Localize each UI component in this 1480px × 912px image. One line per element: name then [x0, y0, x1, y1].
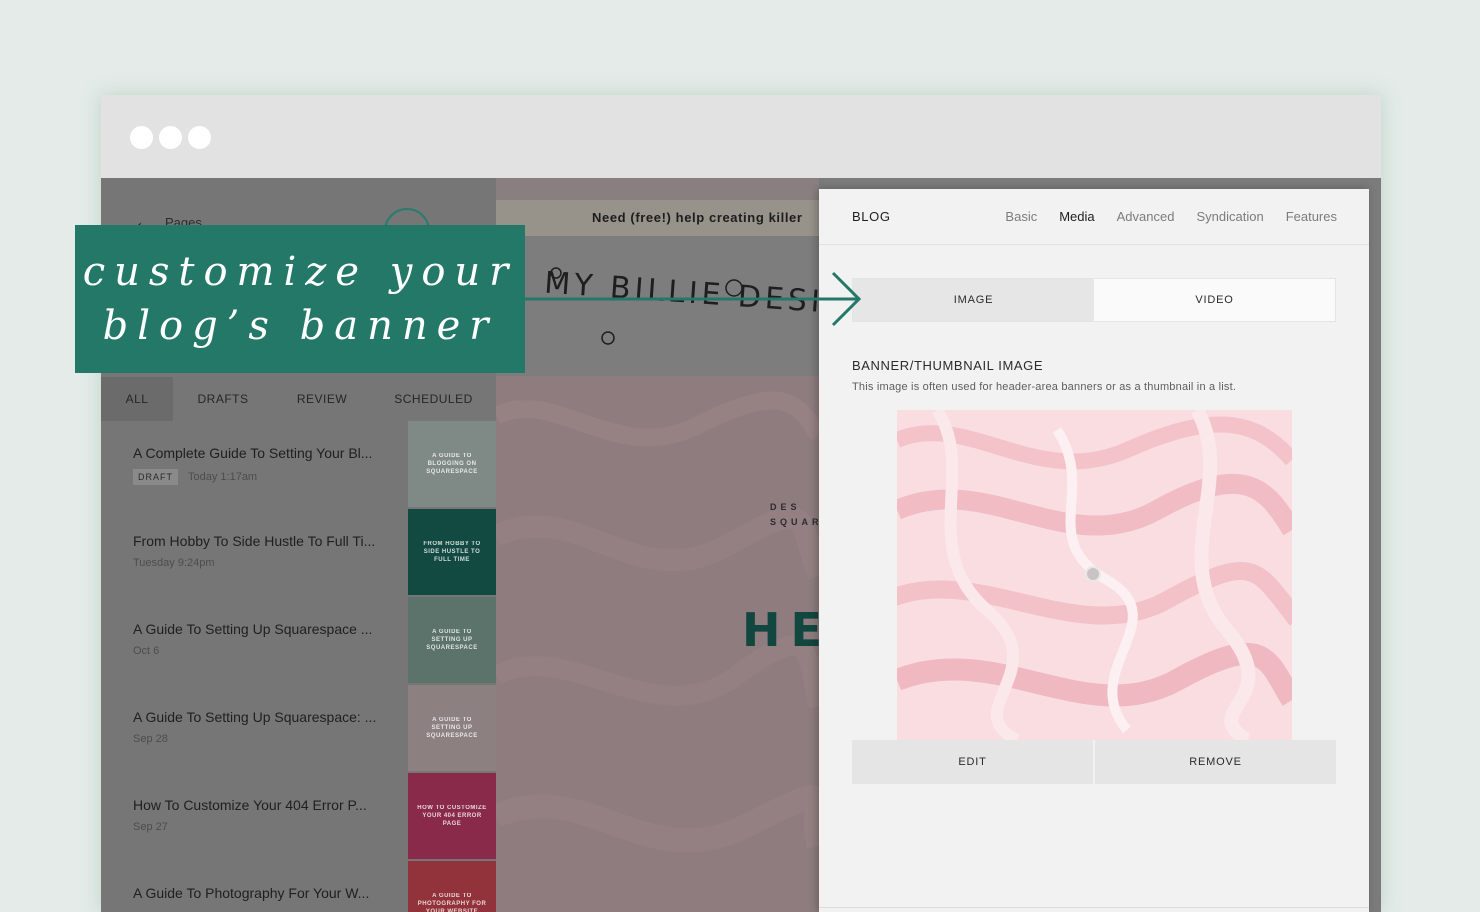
remove-image-button[interactable]: REMOVE [1095, 740, 1336, 784]
hero-tagline: DES SQUAR [770, 502, 819, 527]
thumbnail-text: A GUIDE to PHOTOGRAPHY for your WEBSITE [417, 893, 487, 912]
post-date: Today 1:17am [188, 471, 258, 483]
post-list-item[interactable]: A Guide To Setting Up Squarespace ... Oc… [101, 597, 496, 685]
filter-review[interactable]: REVIEW [273, 377, 371, 421]
filter-all[interactable]: ALL [101, 377, 173, 421]
post-title: A Guide To Setting Up Squarespace ... [133, 621, 373, 637]
filter-drafts[interactable]: DRAFTS [173, 377, 273, 421]
post-list-item[interactable]: From Hobby To Side Hustle To Full Ti... … [101, 509, 496, 597]
post-date: Tuesday 9:24pm [133, 557, 215, 569]
tab-basic[interactable]: Basic [1005, 209, 1037, 224]
window-dot-3[interactable] [188, 126, 211, 149]
post-date: Sep 27 [133, 821, 168, 833]
post-date: Oct 6 [133, 645, 160, 657]
post-thumbnail: from HOBBY to SIDE HUSTLE to FULL TIME [408, 509, 496, 595]
post-title: A Guide To Setting Up Squarespace: ... [133, 709, 377, 725]
post-list-item[interactable]: How To Customize Your 404 Error P... Sep… [101, 773, 496, 861]
post-list-item[interactable]: A Guide To Setting Up Squarespace: ... S… [101, 685, 496, 773]
post-thumbnail: A GUIDE to BLOGGING on SQUARESPACE [408, 421, 496, 507]
window-dot-2[interactable] [159, 126, 182, 149]
callout-arrow-icon [525, 271, 862, 327]
tab-features[interactable]: Features [1286, 209, 1337, 224]
browser-window: ← Pages ALL DRAFTS REVIEW SCHEDULED A Co… [101, 95, 1381, 912]
video-toggle-button[interactable]: VIDEO [1094, 279, 1335, 321]
post-thumbnail: A GUIDE to PHOTOGRAPHY for your WEBSITE [408, 861, 496, 912]
banner-image-preview[interactable] [897, 410, 1292, 740]
tab-syndication[interactable]: Syndication [1196, 209, 1263, 224]
image-toggle-button[interactable]: IMAGE [853, 279, 1094, 321]
post-title: A Guide To Photography For Your W... [133, 885, 370, 901]
post-list-item[interactable]: A Guide To Photography For Your W... A G… [101, 861, 496, 912]
post-title: How To Customize Your 404 Error P... [133, 797, 367, 813]
thumbnail-text: A GUIDE to SETTING UP SQUARESPACE [426, 629, 478, 651]
post-date: Sep 28 [133, 733, 168, 745]
panel-header: BLOG Basic Media Advanced Syndication Fe… [819, 189, 1369, 245]
window-dot-1[interactable] [130, 126, 153, 149]
thumbnail-text: from HOBBY to SIDE HUSTLE to FULL TIME [423, 541, 481, 563]
thumbnail-text: A GUIDE to SETTING UP SQUARESPACE [426, 717, 478, 739]
announcement-bar[interactable]: Need (free!) help creating killer [496, 200, 819, 236]
post-thumbnail: A GUIDE to SETTING UP SQUARESPACE [408, 597, 496, 683]
post-thumbnail: HOW TO CUSTOMIZE YOUR 404 ERROR PAGE [408, 773, 496, 859]
post-thumbnail: A GUIDE to SETTING UP SQUARESPACE [408, 685, 496, 771]
callout-box: customize your blog’s banner [75, 225, 525, 373]
draft-badge: DRAFT [133, 469, 178, 485]
edit-image-button[interactable]: EDIT [852, 740, 1093, 784]
panel-footer-divider [819, 907, 1369, 908]
callout-text: customize your blog’s banner [82, 249, 518, 349]
thumbnail-text: A GUIDE to BLOGGING on SQUARESPACE [426, 453, 478, 475]
window-titlebar [101, 95, 1381, 178]
hero-heading: HELL [742, 603, 819, 657]
post-title: A Complete Guide To Setting Your Bl... [133, 445, 373, 461]
post-list-item[interactable]: A Complete Guide To Setting Your Bl... D… [101, 421, 496, 509]
focal-point-handle[interactable] [1085, 566, 1101, 582]
post-title: From Hobby To Side Hustle To Full Ti... [133, 533, 376, 549]
image-actions: EDIT REMOVE [852, 740, 1336, 784]
panel-title: BLOG [852, 209, 891, 224]
tab-media[interactable]: Media [1059, 209, 1094, 224]
banner-section-label: BANNER/THUMBNAIL IMAGE [852, 358, 1044, 373]
tab-advanced[interactable]: Advanced [1117, 209, 1175, 224]
settings-tabs: Basic Media Advanced Syndication Feature… [1005, 209, 1337, 224]
banner-section-help: This image is often used for header-area… [852, 381, 1237, 393]
blog-settings-panel: BLOG Basic Media Advanced Syndication Fe… [819, 189, 1369, 912]
filter-scheduled[interactable]: SCHEDULED [371, 377, 496, 421]
post-filter-tabs: ALL DRAFTS REVIEW SCHEDULED [101, 377, 496, 421]
media-type-toggle: IMAGE VIDEO [852, 278, 1336, 322]
thumbnail-text: HOW TO CUSTOMIZE YOUR 404 ERROR PAGE [417, 805, 487, 827]
